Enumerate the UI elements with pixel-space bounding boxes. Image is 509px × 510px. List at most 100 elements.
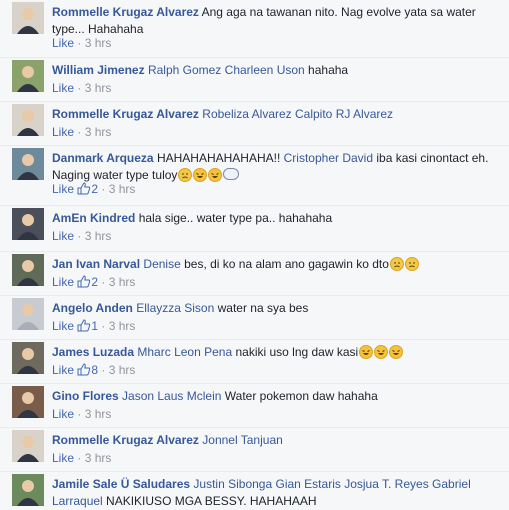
comment-actions: Like · 3 hrs: [52, 81, 111, 95]
comment-time[interactable]: 3 hrs: [109, 275, 136, 289]
separator: ·: [74, 229, 85, 243]
separator: ·: [98, 275, 109, 289]
avatar[interactable]: [12, 148, 44, 180]
avatar[interactable]: [12, 430, 44, 462]
thumbs-up-icon[interactable]: [77, 275, 91, 291]
comment-author[interactable]: Jan Ivan Narval: [52, 257, 140, 271]
comment-text: hahaha: [308, 63, 349, 77]
comment-body: AmEn Kindred hala sige.. water type pa..…: [52, 210, 501, 227]
comment-item: Jamile Sale Ü Saludares Justin Sibonga G…: [0, 471, 509, 509]
avatar[interactable]: [12, 298, 44, 330]
thumbs-up-icon[interactable]: [77, 363, 91, 379]
comment-item: Rommelle Krugaz Alvarez Jonnel Tanjuan L…: [0, 427, 509, 472]
separator: ·: [74, 451, 85, 465]
laughing-face-icon: [374, 345, 389, 359]
comment-item: James Luzada Mharc Leon Pena nakiki uso …: [0, 339, 509, 384]
comment-actions: Like 8 · 3 hrs: [52, 363, 135, 379]
mention-link[interactable]: Denise: [143, 257, 180, 271]
avatar[interactable]: [12, 474, 44, 506]
comment-item: Angelo Anden Ellayzza Sison water na sya…: [0, 295, 509, 340]
comment-item: AmEn Kindred hala sige.. water type pa..…: [0, 205, 509, 252]
mention-link[interactable]: RJ Alvarez: [336, 107, 393, 121]
comment-time[interactable]: 3 hrs: [85, 36, 112, 50]
separator: ·: [74, 125, 85, 139]
avatar[interactable]: [12, 2, 44, 34]
mention-link[interactable]: Justin Sibonga: [193, 477, 272, 491]
comment-time[interactable]: 3 hrs: [85, 229, 112, 243]
comment-author[interactable]: James Luzada: [52, 345, 134, 359]
comment-body: William Jimenez Ralph Gomez Charleen Uso…: [52, 62, 501, 79]
comment-body: James Luzada Mharc Leon Pena nakiki uso …: [52, 344, 501, 361]
laughing-face-icon: [389, 345, 404, 359]
mention-link[interactable]: Josjua T. Reyes: [344, 477, 429, 491]
comment-body: Rommelle Krugaz Alvarez Ang aga na tawan…: [52, 4, 501, 38]
comment-time[interactable]: 3 hrs: [109, 182, 136, 196]
like-button[interactable]: Like: [52, 275, 74, 289]
comment-author[interactable]: Angelo Anden: [52, 301, 133, 315]
mention-link[interactable]: Cristopher David: [284, 151, 373, 165]
mention-link[interactable]: Charleen Uson: [225, 63, 305, 77]
laughing-face-icon: [208, 168, 223, 182]
comment-body: Rommelle Krugaz Alvarez Robeliza Alvarez…: [52, 106, 501, 123]
mention-link[interactable]: Ellayzza Sison: [136, 301, 214, 315]
mention-link[interactable]: Jonnel Tanjuan: [202, 433, 283, 447]
mention-link[interactable]: Ralph Gomez: [148, 63, 221, 77]
comment-item: Jan Ivan Narval Denise bes, di ko na ala…: [0, 251, 509, 296]
like-button[interactable]: Like: [52, 363, 74, 377]
comment-item: Rommelle Krugaz Alvarez Ang aga na tawan…: [0, 0, 509, 57]
comment-time[interactable]: 3 hrs: [85, 407, 112, 421]
comment-item: Danmark Arqueza HAHAHAHAHAHAHA!! Cristop…: [0, 145, 509, 206]
comment-time[interactable]: 3 hrs: [85, 81, 112, 95]
mention-link[interactable]: Mharc Leon Pena: [137, 345, 232, 359]
comment-time[interactable]: 3 hrs: [109, 363, 136, 377]
separator: ·: [98, 363, 109, 377]
laughing-face-icon: [193, 168, 208, 182]
avatar[interactable]: [12, 60, 44, 92]
comment-time[interactable]: 3 hrs: [109, 319, 136, 333]
comment-actions: Like 1 · 3 hrs: [52, 319, 135, 335]
comment-author[interactable]: Rommelle Krugaz Alvarez: [52, 5, 199, 19]
comment-actions: Like · 3 hrs: [52, 229, 111, 243]
comment-time[interactable]: 3 hrs: [85, 451, 112, 465]
separator: ·: [98, 182, 109, 196]
comment-body: Rommelle Krugaz Alvarez Jonnel Tanjuan: [52, 432, 501, 449]
mention-link[interactable]: Jason Laus Mclein: [122, 389, 221, 403]
comment-body: Jan Ivan Narval Denise bes, di ko na ala…: [52, 256, 501, 273]
comment-text: nakiki uso lng daw kasi: [235, 345, 359, 359]
separator: ·: [74, 407, 85, 421]
like-button[interactable]: Like: [52, 182, 74, 196]
like-button[interactable]: Like: [52, 81, 74, 95]
mention-link[interactable]: Gian Estaris: [276, 477, 341, 491]
laughing-face-icon: [359, 345, 374, 359]
sad-face-icon: [389, 257, 404, 271]
comment-text: Water pokemon daw hahaha: [224, 389, 378, 403]
thumbs-up-icon[interactable]: [77, 319, 91, 335]
like-button[interactable]: Like: [52, 36, 74, 50]
comment-author[interactable]: Danmark Arqueza: [52, 151, 154, 165]
comment-text: water na sya bes: [217, 301, 309, 315]
comment-text: HAHAHAHAHAHAHA!!: [156, 151, 284, 165]
comment-author[interactable]: Gino Flores: [52, 389, 119, 403]
like-button[interactable]: Like: [52, 125, 74, 139]
comment-author[interactable]: William Jimenez: [52, 63, 145, 77]
sad-face-icon: [404, 257, 419, 271]
comment-body: Jamile Sale Ü Saludares Justin Sibonga G…: [52, 476, 501, 510]
like-button[interactable]: Like: [52, 407, 74, 421]
comment-author[interactable]: AmEn Kindred: [52, 211, 135, 225]
like-button[interactable]: Like: [52, 451, 74, 465]
comment-item: Rommelle Krugaz Alvarez Robeliza Alvarez…: [0, 101, 509, 146]
avatar[interactable]: [12, 254, 44, 286]
comment-author[interactable]: Rommelle Krugaz Alvarez: [52, 107, 199, 121]
like-button[interactable]: Like: [52, 229, 74, 243]
thumbs-up-icon[interactable]: [77, 182, 91, 198]
comment-body: Angelo Anden Ellayzza Sison water na sya…: [52, 300, 501, 317]
avatar[interactable]: [12, 104, 44, 136]
avatar[interactable]: [12, 386, 44, 418]
comment-time[interactable]: 3 hrs: [85, 125, 112, 139]
comment-author[interactable]: Jamile Sale Ü Saludares: [52, 477, 190, 491]
comment-author[interactable]: Rommelle Krugaz Alvarez: [52, 433, 199, 447]
like-button[interactable]: Like: [52, 319, 74, 333]
mention-link[interactable]: Robeliza Alvarez Calpito: [202, 107, 332, 121]
avatar[interactable]: [12, 208, 44, 240]
avatar[interactable]: [12, 342, 44, 374]
